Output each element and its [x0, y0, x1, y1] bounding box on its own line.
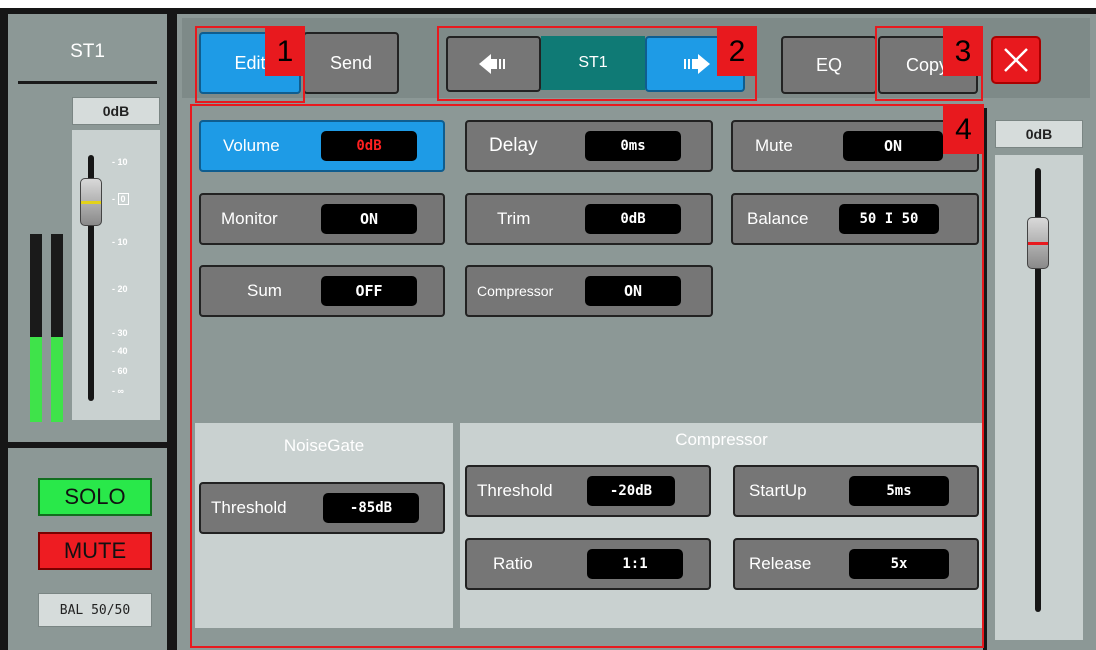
callout-frame-2	[437, 26, 757, 101]
master-fader-value: 0dB	[995, 120, 1083, 148]
close-icon	[1004, 48, 1028, 72]
fader-scale-label: - 20	[112, 284, 128, 294]
panel-divider	[167, 14, 177, 650]
fader-scale-label: - 40	[112, 346, 128, 356]
eq-button[interactable]: EQ	[781, 36, 877, 94]
channel-name: ST1	[18, 22, 157, 84]
level-meter-right-fill	[51, 337, 63, 422]
callout-badge-2: 2	[717, 28, 757, 76]
strip-divider	[8, 442, 167, 448]
level-meter-right	[51, 234, 63, 422]
channel-fader-handle[interactable]	[80, 178, 102, 226]
close-button[interactable]	[991, 36, 1041, 84]
solo-button[interactable]: SOLO	[38, 478, 152, 516]
callout-badge-3: 3	[943, 28, 983, 76]
callout-badge-4: 4	[943, 106, 984, 154]
send-button[interactable]: Send	[303, 32, 399, 94]
mute-button[interactable]: MUTE	[38, 532, 152, 570]
fader-handle-line	[81, 201, 101, 204]
fader-scale-label: - 30	[112, 328, 128, 338]
callout-badge-1: 1	[265, 28, 305, 76]
callout-frame-4	[190, 104, 984, 648]
channel-fader-panel	[72, 130, 160, 420]
fader-scale-label: - 10	[112, 237, 128, 247]
master-fader-handle[interactable]	[1027, 217, 1049, 269]
fader-scale-label: - 10	[112, 157, 128, 167]
fader-scale-zero: - 0	[112, 193, 129, 205]
fader-handle-line	[1028, 242, 1048, 245]
level-meter-left	[30, 234, 42, 422]
fader-scale-label: - 60	[112, 366, 128, 376]
fader-scale-label: - ∞	[112, 386, 124, 396]
balance-readout: BAL 50/50	[38, 593, 152, 627]
level-meter-left-fill	[30, 337, 42, 422]
channel-fader-value: 0dB	[72, 97, 160, 125]
